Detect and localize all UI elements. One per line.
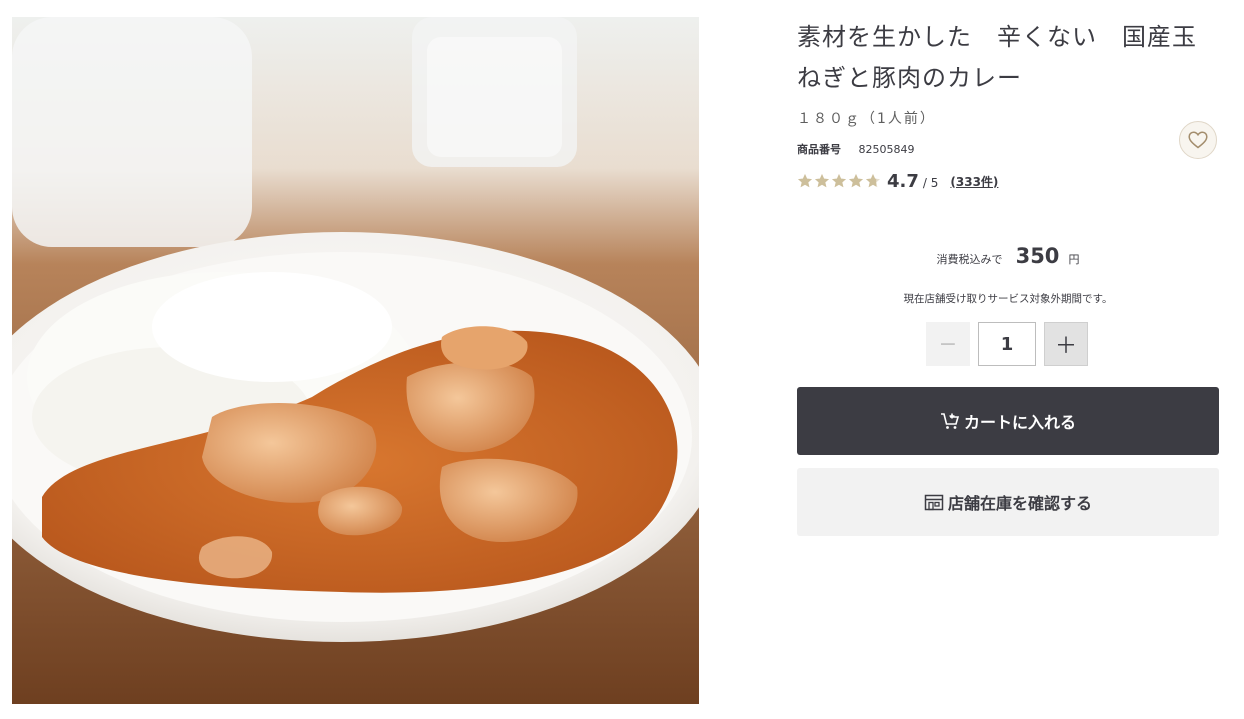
price-block: 消費税込みで 350 円 xyxy=(797,244,1219,268)
quantity-stepper: − ＋ xyxy=(926,322,1088,366)
quantity-input[interactable] xyxy=(978,322,1036,366)
sku-label: 商品番号 xyxy=(797,143,841,156)
heart-icon xyxy=(1188,131,1208,149)
star-icon xyxy=(849,174,863,188)
product-rating: 4.7 / 5 (333件) xyxy=(797,168,998,194)
add-to-cart-button[interactable]: カートに入れる xyxy=(797,387,1219,455)
check-store-stock-button[interactable]: 店舗在庫を確認する xyxy=(797,468,1219,536)
cart-plus-icon xyxy=(940,412,960,430)
rating-stars xyxy=(797,173,881,189)
rating-score: 4.7 xyxy=(887,170,919,192)
check-store-stock-label: 店舗在庫を確認する xyxy=(947,494,1092,513)
star-icon xyxy=(815,174,829,188)
store-icon xyxy=(924,494,944,511)
product-title: 素材を生かした 辛くない 国産玉ねぎと豚肉のカレー xyxy=(797,23,1197,92)
star-icon xyxy=(798,174,812,188)
star-icon xyxy=(832,174,846,188)
rating-out-of: / 5 xyxy=(922,176,939,190)
add-to-cart-label: カートに入れる xyxy=(963,413,1076,432)
product-image[interactable] xyxy=(12,17,699,704)
price-label: 消費税込みで xyxy=(936,253,1003,266)
quantity-decrease-button[interactable]: − xyxy=(926,322,970,366)
star-icon xyxy=(866,174,880,188)
price-value: 350 xyxy=(1015,244,1060,268)
product-size: １８０ｇ（1人前） xyxy=(797,111,936,127)
sku-value: 82505849 xyxy=(858,143,915,156)
product-sku: 商品番号 82505849 xyxy=(797,141,915,157)
price-unit: 円 xyxy=(1068,253,1080,266)
favorite-button[interactable] xyxy=(1179,121,1217,159)
review-count-link[interactable]: (333件) xyxy=(950,173,998,190)
quantity-increase-button[interactable]: ＋ xyxy=(1044,322,1088,366)
pickup-notice: 現在店舗受け取りサービス対象外期間です。 xyxy=(903,293,1113,305)
